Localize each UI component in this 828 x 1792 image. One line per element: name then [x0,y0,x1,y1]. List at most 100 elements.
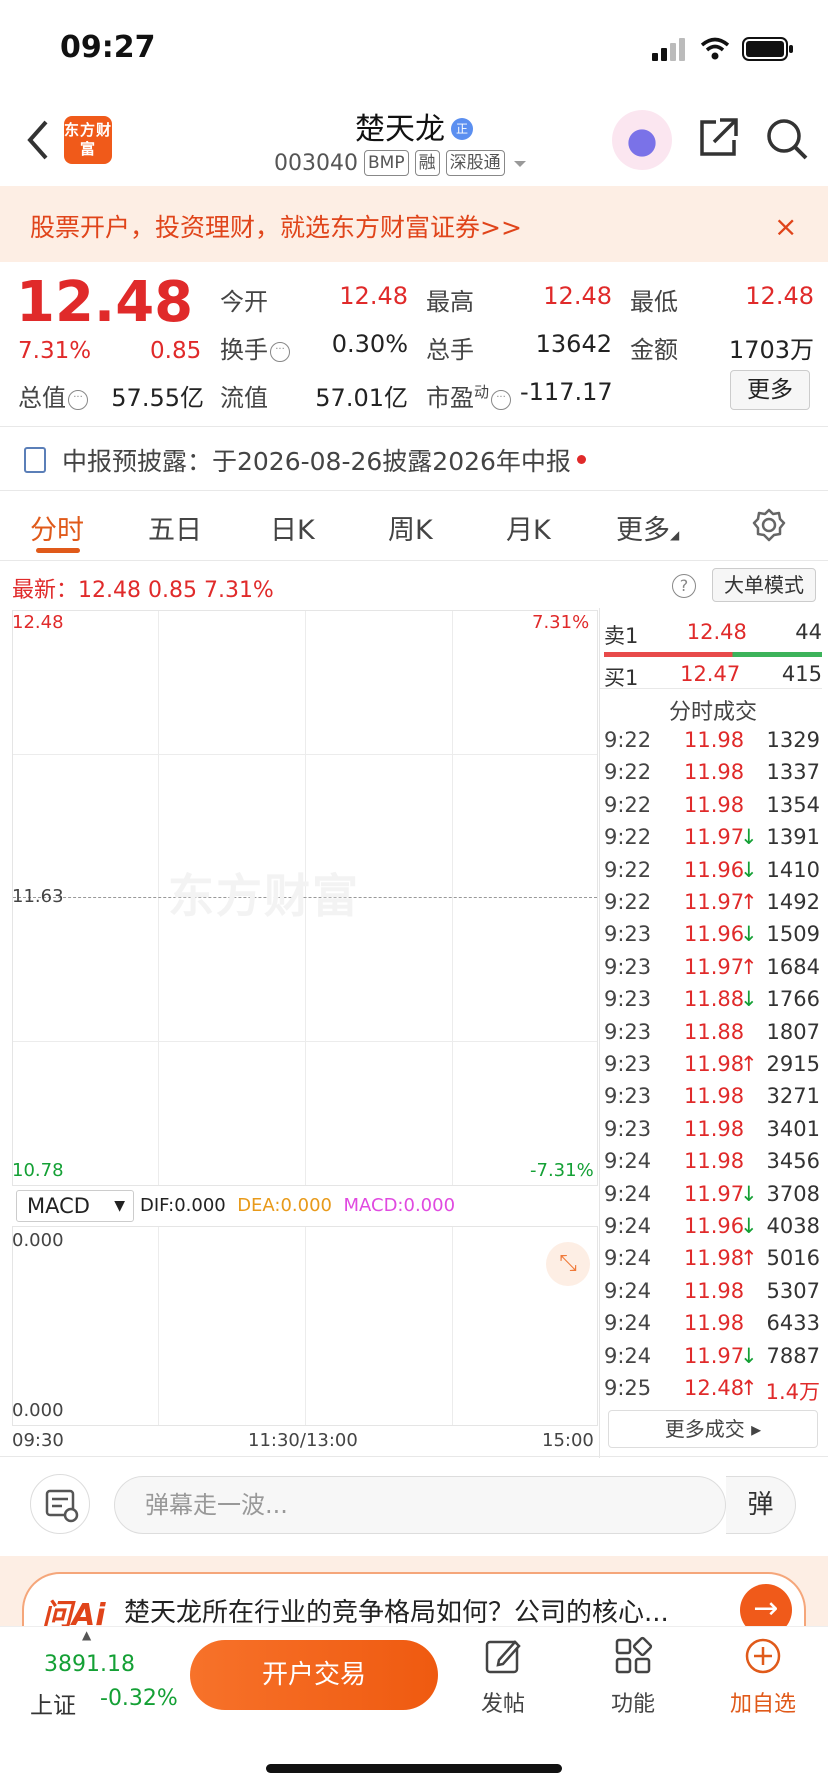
tag-stock-connect: 深股通 [445,150,505,176]
index-value[interactable]: 3891.18 [44,1652,135,1677]
info-icon[interactable]: ··· [270,342,290,362]
trade-price: 11.97 [684,954,745,979]
tab-five-day[interactable]: 五日 [148,508,202,547]
trade-price: 11.98 [684,1149,745,1174]
comment-list-icon[interactable] [30,1474,90,1534]
volume-label: 总手 [426,336,474,364]
trade-time: 9:23 [604,1019,652,1044]
home-indicator[interactable] [266,1764,562,1773]
index-change[interactable]: -0.32% [100,1686,178,1711]
trade-time: 9:24 [604,1149,652,1174]
ai-question-text[interactable]: 楚天龙所在行业的竞争格局如何？公司的核心... [124,1592,669,1629]
trade-volume: 5307 [766,1278,820,1303]
trade-time: 9:23 [604,1084,652,1109]
y-axis-bottom: 10.78 [12,1160,64,1181]
trade-volume: 5016 [766,1246,820,1271]
trade-row: 9:24 11.98 3456 [604,1149,822,1181]
trade-row: 9:24 11.96 ↓ 4038 [604,1214,822,1246]
info-icon[interactable]: ··· [491,390,512,410]
amount-label: 金额 [630,336,678,364]
trade-time: 9:24 [604,1214,652,1238]
mcap-label[interactable]: 总值 ··· [18,378,88,413]
document-icon [24,447,46,473]
change-amount: 0.85 [150,338,202,364]
verified-badge-icon: 正 [451,118,473,140]
latest-summary: 最新：12.48 0.85 7.31% [12,578,274,603]
turnover-label[interactable]: 换手 ··· [220,330,290,365]
trade-price: 11.98 [684,1116,745,1141]
trade-row: 9:22 11.98 1329 [604,728,822,760]
trade-volume: 1492 [766,890,820,914]
high-value: 12.48 [543,282,612,310]
trade-time: 9:22 [604,792,652,817]
help-icon[interactable]: ? [672,574,696,598]
macd-value: MACD:0.000 [343,1195,456,1216]
arrow-up-icon: ↑ [740,1052,758,1076]
tab-monthly-k[interactable]: 月K [506,508,551,547]
trade-volume: 1410 [766,857,820,882]
more-quote-button[interactable]: 更多 [730,370,810,410]
trade-row: 9:23 11.88 1807 [604,1020,822,1052]
open-trade-button[interactable]: 开户交易 [190,1640,438,1710]
share-icon[interactable] [696,116,740,160]
trade-price: 11.97 [684,1343,745,1368]
tab-intraday[interactable]: 分时 [30,508,84,547]
trade-time: 9:23 [604,1116,652,1141]
indicator-select[interactable]: MACD ▼ [16,1190,134,1222]
info-icon[interactable]: ··· [68,390,88,410]
grid-icon [615,1636,653,1674]
macd-axis-top: 0.000 [12,1230,64,1251]
search-icon[interactable] [764,116,810,162]
trade-price: 11.98 [684,728,745,752]
status-time: 09:27 [60,30,156,65]
stock-code-row[interactable]: 003040 BMP 融 深股通 [274,150,529,176]
tab-more[interactable]: 更多◢ [616,508,679,547]
nav-functions-label: 功能 [610,1692,655,1717]
dropdown-triangle-icon[interactable] [511,157,529,169]
macd-chart[interactable] [12,1226,598,1426]
nav-add-watchlist[interactable]: 加自选 [718,1636,808,1718]
trade-volume: 1.4万 [765,1380,820,1404]
x-axis-mid: 11:30/13:00 [248,1430,358,1451]
trade-volume: 1329 [766,728,820,752]
danmu-input[interactable]: 弹幕走一波... [114,1476,726,1534]
promo-text[interactable]: 股票开户，投资理财，就选东方财富证券>> [30,208,522,244]
trade-volume: 3401 [766,1116,820,1141]
y-axis-top: 12.48 [12,612,64,633]
trade-volume: 2915 [766,1052,820,1076]
open-value: 12.48 [339,282,408,310]
pct-axis-bottom: -7.31% [530,1160,594,1181]
big-order-mode-button[interactable]: 大单模式 [712,568,816,602]
close-icon[interactable]: × [774,210,797,243]
danmu-toggle-button[interactable]: 弹 [726,1476,796,1534]
nav-functions[interactable]: 功能 [588,1636,678,1718]
arrow-down-icon: ↓ [740,1343,758,1368]
gear-icon[interactable] [752,508,786,542]
trade-time: 9:25 [604,1376,652,1400]
trade-row: 9:24 11.98 6433 [604,1311,822,1343]
y-axis-mid: 11.63 [12,886,64,907]
trade-volume: 3456 [766,1149,820,1174]
trade-price: 12.48 [684,1376,745,1400]
trade-volume: 4038 [766,1214,820,1238]
watermark: 东方财富 [168,869,360,923]
tab-weekly-k[interactable]: 周K [388,508,433,547]
index-name[interactable]: 上证 [30,1686,76,1720]
trade-row: 9:23 11.98 3271 [604,1084,822,1116]
trade-row: 9:24 11.97 ↓ 3708 [604,1182,822,1214]
ai-robot-avatar[interactable] [612,110,672,170]
tab-daily-k[interactable]: 日K [270,508,315,547]
expand-icon[interactable]: ⤡ [546,1242,590,1286]
pe-label[interactable]: 市盈动 ··· [426,378,512,413]
last-price: 12.48 [16,270,194,335]
trade-price: 11.96 [684,1214,745,1238]
high-label: 最高 [426,288,474,316]
disclosure-notice[interactable]: 中报预披露：于2026-08-26披露2026年中报 [62,442,586,478]
trade-volume: 1766 [766,987,820,1012]
trade-volume: 1807 [766,1019,820,1044]
trade-volume: 3708 [766,1181,820,1206]
more-trades-button[interactable]: 更多成交 ▸ [608,1410,818,1448]
trade-row: 9:22 11.96 ↓ 1410 [604,858,822,890]
nav-post[interactable]: 发帖 [458,1636,548,1718]
trade-time: 9:23 [604,1052,652,1076]
